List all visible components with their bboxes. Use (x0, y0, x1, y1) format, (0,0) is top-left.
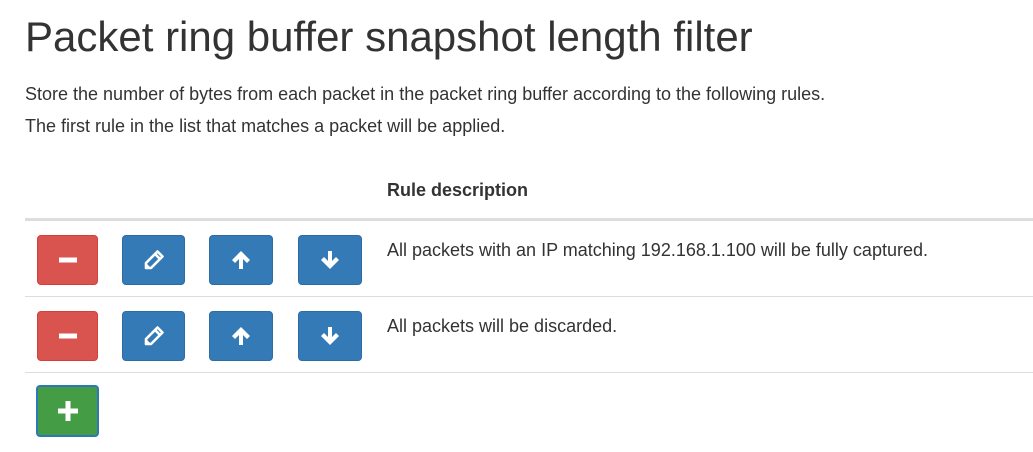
rules-table: Rule description All packets with an IP (25, 168, 1033, 437)
minus-icon (58, 257, 77, 263)
arrow-down-icon (321, 251, 339, 269)
move-rule-up-button[interactable] (209, 235, 273, 285)
move-rule-down-button[interactable] (298, 235, 362, 285)
intro-line-1: Store the number of bytes from each pack… (25, 84, 826, 104)
table-header-row: Rule description (25, 168, 1033, 221)
table-row: All packets will be discarded. (25, 297, 1033, 373)
intro-text: Store the number of bytes from each pack… (25, 78, 825, 142)
move-rule-down-button[interactable] (298, 311, 362, 361)
arrow-up-icon (232, 327, 250, 345)
edit-rule-button[interactable] (122, 235, 185, 285)
arrow-down-icon (321, 327, 339, 345)
pencil-icon (144, 326, 164, 346)
rule-description: All packets with an IP matching 192.168.… (387, 240, 928, 260)
remove-rule-button[interactable] (37, 311, 98, 361)
remove-rule-button[interactable] (37, 235, 98, 285)
move-rule-up-button[interactable] (209, 311, 273, 361)
arrow-up-icon (232, 251, 250, 269)
plus-icon (57, 401, 78, 421)
rule-description-header: Rule description (387, 180, 529, 200)
intro-line-2: The first rule in the list that matches … (25, 116, 506, 136)
rule-description: All packets will be discarded. (387, 316, 618, 336)
pencil-icon (144, 250, 164, 270)
edit-rule-button[interactable] (122, 311, 185, 361)
minus-icon (58, 333, 77, 339)
table-row: All packets with an IP matching 192.168.… (25, 221, 1033, 297)
add-rule-button[interactable] (36, 385, 99, 437)
page-title: Packet ring buffer snapshot length filte… (25, 13, 753, 60)
